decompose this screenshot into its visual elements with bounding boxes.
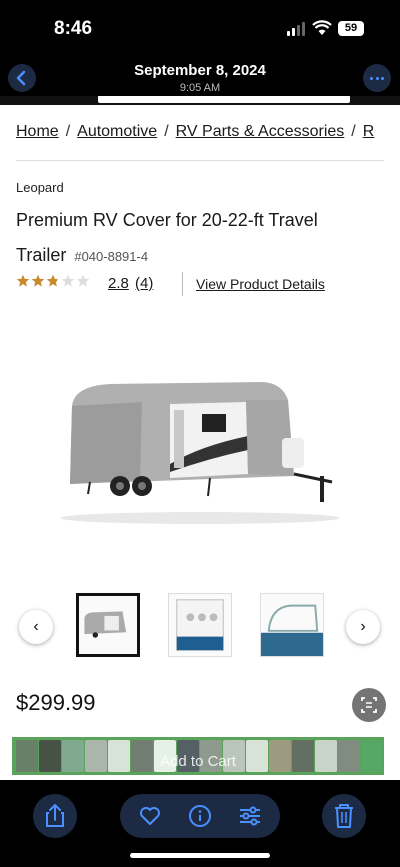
breadcrumb-rv-parts[interactable]: RV Parts & Accessories (176, 123, 345, 140)
breadcrumb: Home / Automotive / RV Parts & Accessories / R (16, 123, 375, 140)
brand-name: Leopard (16, 180, 64, 195)
image-gallery: ‹ › (0, 593, 400, 663)
view-product-details-link[interactable]: View Product Details (196, 276, 325, 292)
visual-lookup-button[interactable] (352, 688, 386, 722)
product-page: Home / Automotive / RV Parts & Accessories / R… (0, 96, 400, 780)
rv-cover-thumb-image (84, 611, 127, 638)
review-count[interactable]: (4) (135, 275, 153, 292)
rating-stars[interactable] (16, 274, 91, 292)
diagram-thumb-image (261, 604, 323, 656)
share-icon (46, 803, 64, 827)
status-bar: 8:46 59 (0, 0, 400, 56)
heart-icon (140, 807, 160, 825)
wifi-icon (312, 20, 332, 35)
gallery-prev-button[interactable]: ‹ (19, 610, 53, 644)
cell-signal-icon (287, 22, 307, 36)
home-indicator (130, 853, 270, 858)
more-button[interactable] (363, 64, 391, 92)
gallery-next-button[interactable]: › (346, 610, 380, 644)
photo-scrubber-strip[interactable]: Add to Cart (12, 737, 384, 775)
favorite-button[interactable] (138, 804, 162, 828)
delete-button[interactable] (322, 794, 366, 838)
rating-row: 2.8 (4) View Product Details (16, 272, 396, 296)
status-time: 8:46 (54, 18, 93, 39)
product-title-text: Premium RV Cover for 20-22-ft Travel Tra… (16, 210, 318, 265)
rating-value[interactable]: 2.8 (108, 275, 129, 292)
star-icon (16, 274, 30, 287)
photo-date: September 8, 2024 (134, 62, 266, 79)
photo-time: 9:05 AM (179, 82, 221, 94)
divider (16, 160, 384, 161)
divider (182, 272, 183, 296)
breadcrumb-automotive[interactable]: Automotive (77, 123, 157, 140)
browser-top-strip (0, 96, 400, 105)
product-image[interactable] (50, 366, 350, 536)
trash-icon (335, 804, 353, 828)
gallery-thumb[interactable] (76, 593, 140, 657)
photo-actions-group (120, 794, 280, 838)
adjust-icon (240, 806, 260, 826)
add-to-cart-button[interactable]: Add to Cart (12, 753, 384, 770)
battery-indicator: 59 (338, 21, 364, 36)
star-icon (61, 274, 75, 287)
star-icon (76, 274, 90, 287)
star-icon (46, 274, 60, 287)
star-icon (31, 274, 45, 287)
info-button[interactable] (188, 804, 212, 828)
product-price: $299.99 (16, 690, 96, 715)
product-sku: #040-8891-4 (74, 249, 149, 264)
product-title: Premium RV Cover for 20-22-ft Travel Tra… (16, 203, 376, 274)
chevron-left-icon: ‹ (33, 618, 39, 635)
product-box-thumb-image (176, 599, 224, 651)
scan-text-icon (361, 697, 377, 713)
breadcrumb-next[interactable]: R (363, 123, 375, 140)
chevron-right-icon: › (360, 618, 366, 635)
gallery-thumb[interactable] (168, 593, 232, 657)
info-icon (189, 805, 211, 827)
edit-button[interactable] (238, 804, 262, 828)
gallery-thumb[interactable] (260, 593, 324, 657)
breadcrumb-home[interactable]: Home (16, 123, 59, 140)
share-button[interactable] (33, 794, 77, 838)
